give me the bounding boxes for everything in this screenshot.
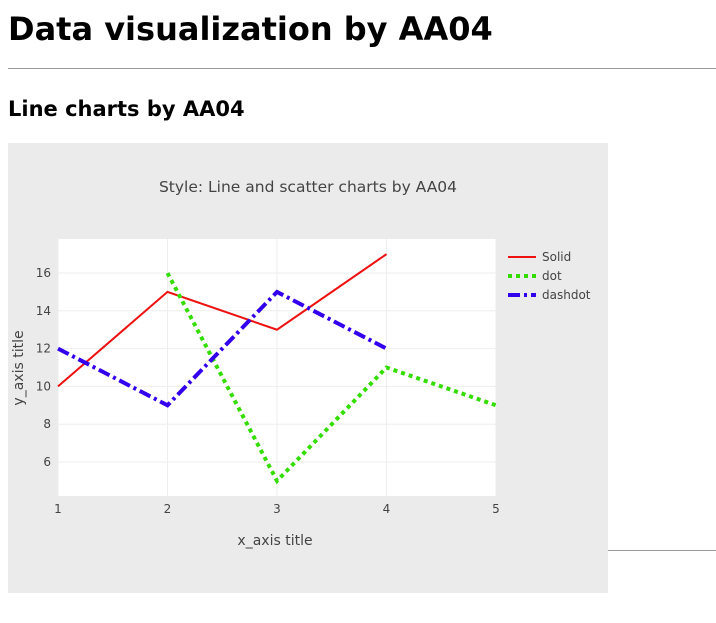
page-title: Data visualization by AA04 bbox=[8, 10, 493, 48]
legend-label: Solid bbox=[542, 250, 571, 264]
legend-label: dashdot bbox=[542, 288, 591, 302]
x-tick-label: 2 bbox=[164, 502, 172, 516]
x-axis-title: x_axis title bbox=[237, 533, 312, 549]
y-tick-label: 16 bbox=[36, 266, 51, 280]
y-tick-label: 6 bbox=[43, 455, 51, 469]
legend-label: dot bbox=[542, 269, 562, 283]
line-chart: 12345 6 8 10 12 14 16 Style: Line and scatter… bbox=[8, 143, 608, 593]
section-title: Line charts by AA04 bbox=[8, 97, 245, 121]
divider bbox=[8, 68, 716, 69]
x-tick-label: 5 bbox=[492, 502, 500, 516]
y-axis-title: y_axis title bbox=[11, 330, 27, 405]
y-tick-label: 12 bbox=[36, 342, 51, 356]
chart-svg: 12345 6810121416 Style: Line and scatter… bbox=[8, 143, 608, 593]
y-tick-label: 10 bbox=[36, 379, 51, 393]
chart-title: Style: Line and scatter charts by AA04 bbox=[159, 178, 457, 196]
y-tick-label: 8 bbox=[43, 417, 51, 431]
x-tick-label: 1 bbox=[54, 502, 62, 516]
y-tick-label: 14 bbox=[36, 304, 51, 318]
x-tick-label: 4 bbox=[383, 502, 391, 516]
x-tick-label: 3 bbox=[273, 502, 281, 516]
